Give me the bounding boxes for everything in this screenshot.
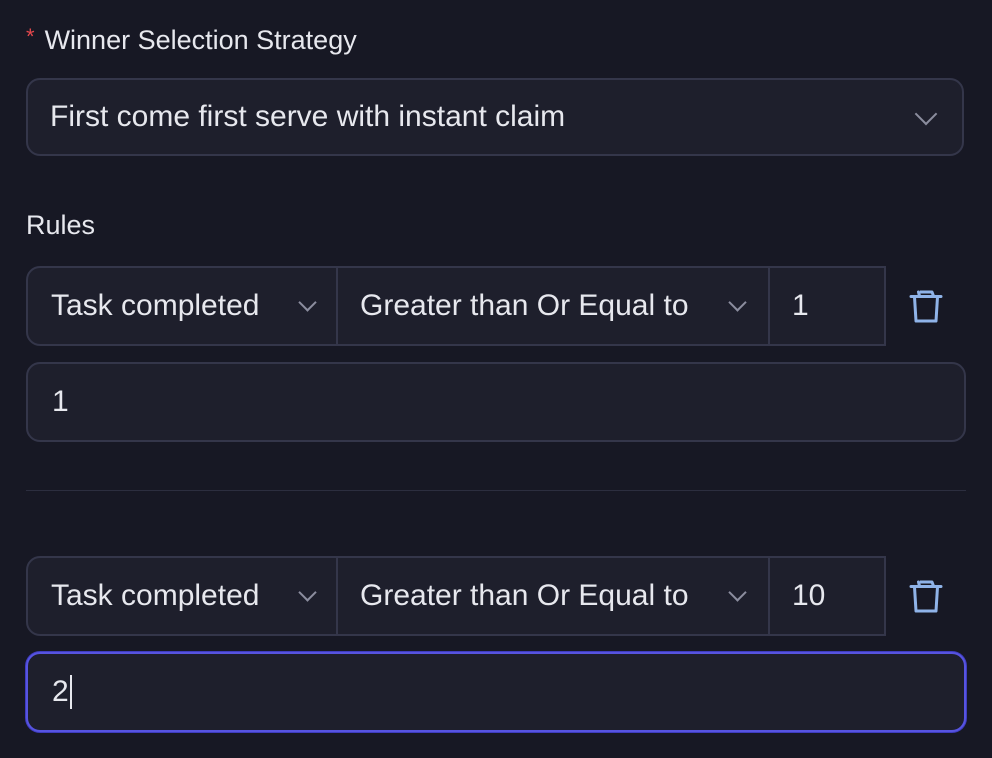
rule-row: Task completed Greater than Or Equal to …	[26, 266, 888, 346]
rule-value-input[interactable]: 1	[768, 266, 886, 346]
winner-selection-strategy-label: * Winner Selection Strategy	[26, 22, 357, 58]
rule-operator-value: Greater than Or Equal to	[360, 579, 689, 612]
rule-operator-value: Greater than Or Equal to	[360, 289, 689, 322]
delete-rule-button[interactable]	[884, 266, 968, 346]
chevron-down-icon	[298, 293, 317, 312]
rule-row: Task completed Greater than Or Equal to …	[26, 556, 888, 636]
trash-icon	[909, 580, 943, 613]
strategy-label-text: Winner Selection Strategy	[44, 24, 357, 55]
chevron-down-icon	[914, 102, 938, 126]
winner-selection-strategy-select[interactable]: First come first serve with instant clai…	[26, 78, 964, 156]
rule-detail-input[interactable]: 1	[26, 362, 966, 442]
rule-operator-select[interactable]: Greater than Or Equal to	[336, 556, 770, 636]
rule-detail-input[interactable]: 2	[26, 652, 966, 732]
rule-metric-value: Task completed	[51, 579, 260, 612]
chevron-down-icon	[298, 583, 317, 602]
delete-rule-button[interactable]	[884, 556, 968, 636]
rule-metric-select[interactable]: Task completed	[26, 266, 338, 346]
rule-divider	[26, 490, 966, 491]
rule-metric-value: Task completed	[51, 289, 260, 322]
strategy-selected-value: First come first serve with instant clai…	[50, 100, 566, 133]
required-mark: *	[26, 24, 35, 49]
rule-operator-select[interactable]: Greater than Or Equal to	[336, 266, 770, 346]
chevron-down-icon	[728, 293, 747, 312]
text-caret	[69, 675, 72, 709]
rule-value-text: 1	[792, 289, 809, 322]
chevron-down-icon	[728, 583, 747, 602]
rule-metric-select[interactable]: Task completed	[26, 556, 338, 636]
trash-icon	[909, 290, 943, 323]
rule-detail-value: 1	[52, 385, 69, 418]
rule-detail-value: 2	[52, 675, 69, 708]
rules-label: Rules	[26, 210, 96, 240]
rule-value-input[interactable]: 10	[768, 556, 886, 636]
rule-value-text: 10	[792, 579, 826, 612]
